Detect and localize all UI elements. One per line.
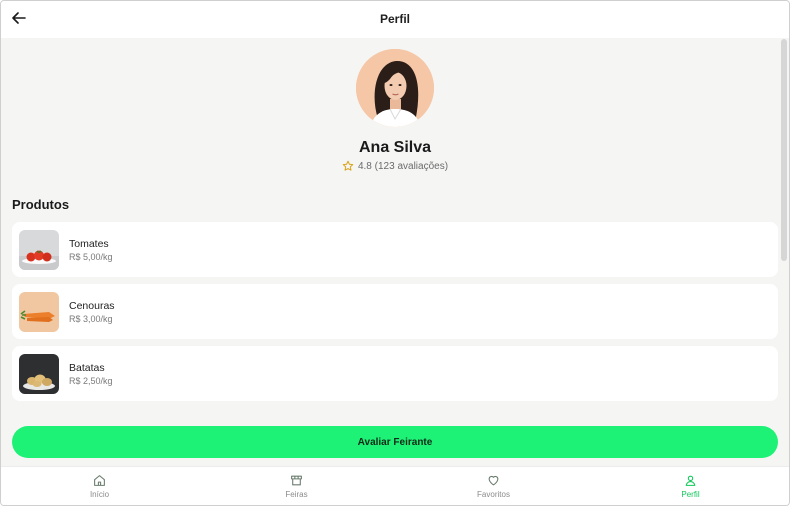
home-icon <box>93 473 107 487</box>
product-price: R$ 3,00/kg <box>69 313 113 324</box>
product-price: R$ 5,00/kg <box>69 251 113 262</box>
product-image-potatoes <box>19 353 59 394</box>
product-name: Cenouras <box>69 299 115 312</box>
nav-label: Início <box>89 490 110 499</box>
product-info: Tomates R$ 5,00/kg <box>69 237 113 263</box>
product-image-carrots <box>19 291 59 332</box>
product-name: Batatas <box>69 361 105 374</box>
profile-name: Ana Silva <box>358 139 432 156</box>
product-card-tomates[interactable]: Tomates R$ 5,00/kg <box>12 222 778 277</box>
product-image-tomatoes <box>19 229 59 270</box>
rating-text: 4.8 (123 avaliações) <box>357 160 449 172</box>
nav-label: Feiras <box>285 490 308 499</box>
product-card-cenouras[interactable]: Cenouras R$ 3,00/kg <box>12 284 778 339</box>
heart-icon <box>487 473 501 487</box>
nav-item-perfil[interactable]: Perfil <box>592 467 789 505</box>
top-app-bar: Perfil <box>1 1 789 38</box>
nav-item-inicio[interactable]: Início <box>1 467 198 505</box>
nav-item-feiras[interactable]: Feiras <box>198 467 395 505</box>
store-icon <box>290 473 304 487</box>
bottom-nav: Início Feiras Favoritos Perfil <box>1 466 789 505</box>
nav-item-favoritos[interactable]: Favoritos <box>395 467 592 505</box>
nav-label: Favoritos <box>477 490 510 499</box>
rate-vendor-button[interactable]: Avaliar Feirante <box>12 426 778 458</box>
product-price: R$ 2,50/kg <box>69 375 113 386</box>
nav-label: Perfil <box>681 490 700 499</box>
page-title: Perfil <box>379 12 410 26</box>
app-frame: Perfil Ana Silva 4.8 (123 avaliações) Pr… <box>0 0 790 506</box>
product-list: Tomates R$ 5,00/kg Cenouras R$ 3,00/kg B… <box>12 222 778 408</box>
user-icon <box>684 473 698 487</box>
rating: 4.8 (123 avaliações) <box>1 160 789 172</box>
product-info: Batatas R$ 2,50/kg <box>69 361 113 387</box>
avatar <box>356 49 434 127</box>
section-title-products: Produtos <box>12 197 70 212</box>
product-name: Tomates <box>69 237 109 250</box>
product-card-batatas[interactable]: Batatas R$ 2,50/kg <box>12 346 778 401</box>
product-info: Cenouras R$ 3,00/kg <box>69 299 115 325</box>
star-outline-icon <box>342 160 354 171</box>
